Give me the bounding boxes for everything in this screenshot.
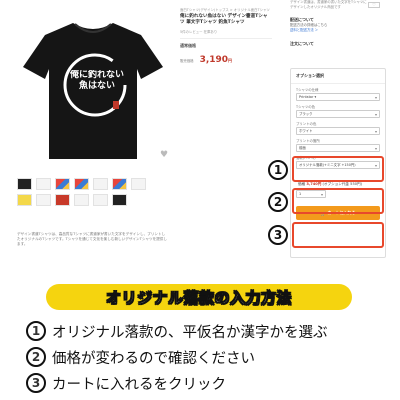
- thumbnail[interactable]: [36, 178, 51, 190]
- thumbnail[interactable]: [93, 194, 108, 206]
- divider: [180, 37, 272, 39]
- option-field-shirt-color: Tシャツの色 ブラック: [291, 101, 385, 118]
- breadcrumb[interactable]: 面白Tシャツ(デザイン)トップス > オリジナル面白Tシャツ: [180, 8, 272, 13]
- thumbnail[interactable]: [36, 194, 51, 206]
- favorite-heart-icon[interactable]: ♥: [160, 150, 168, 160]
- product-price: 3,190円: [200, 55, 232, 65]
- option-field-print-color: プリントの色 ホワイト: [291, 118, 385, 135]
- instruction-step: 1 オリジナル落款の、平仮名か漢字かを選ぶ: [26, 318, 386, 344]
- highlight-box-cart: [292, 222, 384, 248]
- step-number: 1: [26, 321, 46, 341]
- thumbnail[interactable]: [17, 194, 32, 206]
- instruction-step: 3 カートに入れるをクリック: [26, 370, 386, 396]
- thumbnail[interactable]: [74, 178, 89, 190]
- thumbnail[interactable]: [55, 194, 70, 206]
- product-description: デザイン書道Tシャツは、高品質なTシャツに書道家が書いた文字をデザインし、プリン…: [17, 232, 167, 246]
- callout-number: 1: [268, 160, 288, 180]
- order-title: 注文について: [290, 40, 314, 46]
- step-number: 3: [26, 373, 46, 393]
- product-title: 俺に釣れない魚はない デザイン書道Tシャツ 筆文字Tシャツ 釣魚Tシャツ: [180, 13, 268, 25]
- price-unit: 円: [228, 57, 233, 63]
- sidebar: デザイン書道は、書道家の書いた文字をTシャツにデザインしたオリジナル商品です ♡…: [290, 0, 386, 47]
- print-color-select[interactable]: ホワイト: [296, 127, 380, 135]
- thumbnail[interactable]: [131, 178, 146, 190]
- spec-select[interactable]: Printstar ▾: [296, 93, 380, 101]
- shirt-color-select[interactable]: ブラック: [296, 110, 380, 118]
- product-info: 面白Tシャツ(デザイン)トップス > オリジナル面白Tシャツ 俺に釣れない魚はな…: [180, 8, 272, 65]
- sidebar-notice: デザイン書道は、書道家の書いた文字をTシャツにデザインしたオリジナル商品です: [290, 0, 367, 9]
- callout-number: 3: [268, 225, 288, 245]
- sale-label: 通常価格: [180, 42, 196, 48]
- callout-number: 2: [268, 192, 288, 212]
- field-label: Tシャツの仕様: [296, 88, 319, 92]
- thumbnail[interactable]: [93, 178, 108, 190]
- tshirt-print-label: 俺に釣れない魚はない: [70, 70, 124, 91]
- instruction-banner-title: オリジナル落款の入力方法: [105, 288, 292, 307]
- option-panel-header: オプション選択: [291, 69, 385, 84]
- field-label: プリントの色: [296, 122, 317, 126]
- print-position-select[interactable]: 前面: [296, 144, 380, 152]
- thumbnail[interactable]: [74, 194, 89, 206]
- instruction-banner: オリジナル落款の入力方法: [46, 284, 352, 310]
- step-number: 2: [26, 347, 46, 367]
- highlight-box-price: [292, 188, 384, 214]
- price-value: 3,190: [199, 54, 229, 65]
- step-text: オリジナル落款の、平仮名か漢字かを選ぶ: [52, 324, 328, 341]
- step-text: カートに入れるをクリック: [52, 376, 226, 393]
- thumbnail[interactable]: [112, 194, 127, 206]
- tshirt-print-text: 俺に釣れない魚はない: [70, 70, 124, 106]
- option-price-value: 3,740円: [306, 182, 322, 186]
- option-price-note: (オプション代金 550円): [322, 182, 363, 186]
- price-label: 販売価格: [180, 58, 194, 63]
- option-price-label: 価格: [298, 182, 306, 186]
- product-page-screenshot: 俺に釣れない魚はない ♥ デザイン書道Tシャツは、高品質なTシャツに書道家が書い…: [0, 0, 400, 272]
- option-field-spec: Tシャツの仕様 Printstar ▾: [291, 84, 385, 101]
- instruction-step: 2 価格が変わるので確認ください: [26, 344, 386, 370]
- highlight-box-seal: [292, 156, 384, 182]
- favorite-button[interactable]: ♡: [368, 2, 380, 8]
- instruction-steps: 1 オリジナル落款の、平仮名か漢字かを選ぶ 2 価格が変わるので確認ください 3…: [26, 318, 386, 396]
- step-text: 価格が変わるので確認ください: [52, 350, 255, 367]
- thumbnail[interactable]: [112, 178, 127, 190]
- thumbnail[interactable]: [17, 178, 32, 190]
- option-field-print-position: プリントの箇所 前面: [291, 135, 385, 152]
- field-label: Tシャツの色: [296, 105, 316, 109]
- thumbnail-gallery: [17, 178, 167, 210]
- product-meta: 5件のレビュー 在庫あり: [180, 29, 218, 34]
- thumbnail[interactable]: [55, 178, 70, 190]
- delivery-link[interactable]: 送料と配送方法 ＞: [290, 28, 386, 33]
- field-label: プリントの箇所: [296, 139, 320, 143]
